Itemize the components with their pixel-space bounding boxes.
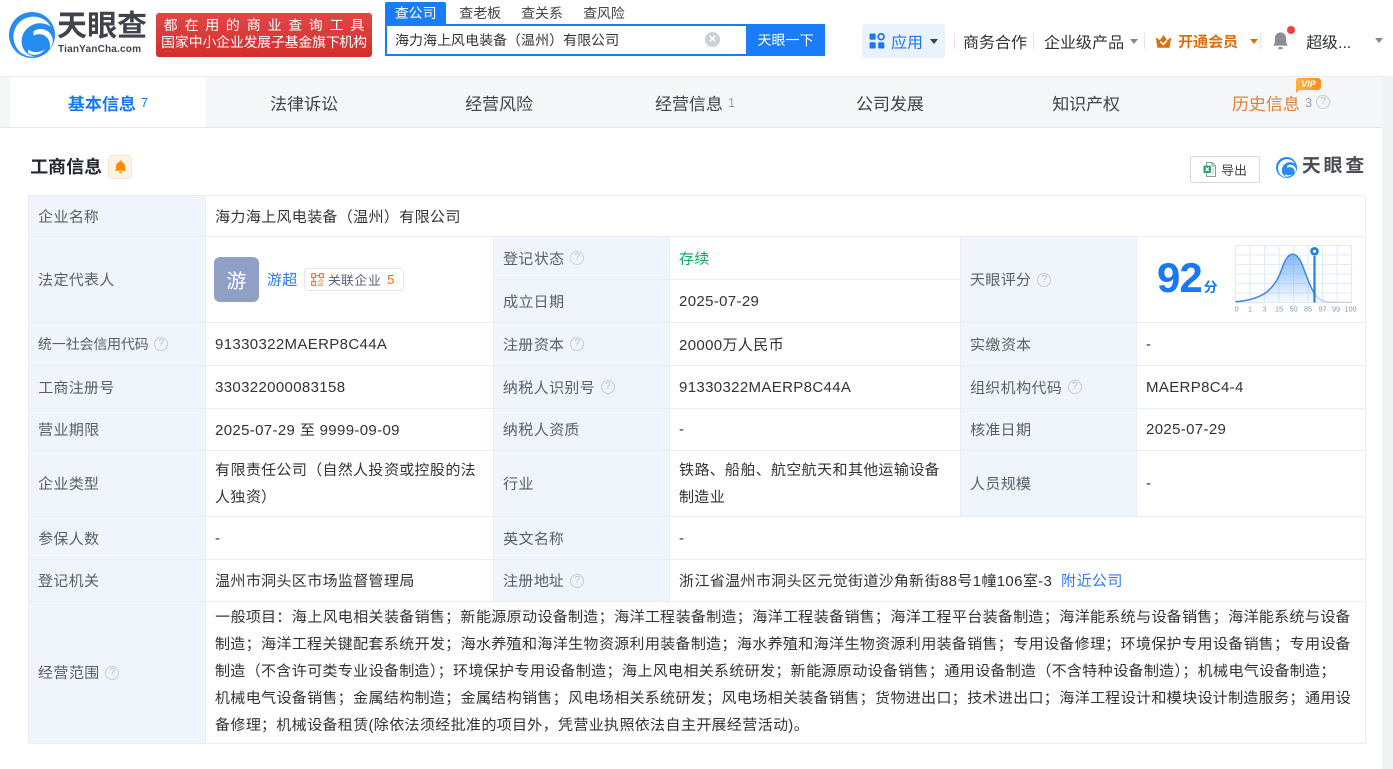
svg-text:97: 97 bbox=[1318, 305, 1326, 314]
svg-text:50: 50 bbox=[1289, 305, 1297, 314]
svg-text:3: 3 bbox=[1262, 305, 1266, 314]
svg-text:85: 85 bbox=[1304, 305, 1312, 314]
svg-text:0: 0 bbox=[1234, 305, 1238, 314]
svg-text:1: 1 bbox=[1248, 305, 1252, 314]
svg-text:15: 15 bbox=[1275, 305, 1283, 314]
svg-text:企: 企 bbox=[317, 277, 324, 286]
svg-text:100: 100 bbox=[1344, 305, 1356, 314]
svg-text:99: 99 bbox=[1332, 305, 1340, 314]
